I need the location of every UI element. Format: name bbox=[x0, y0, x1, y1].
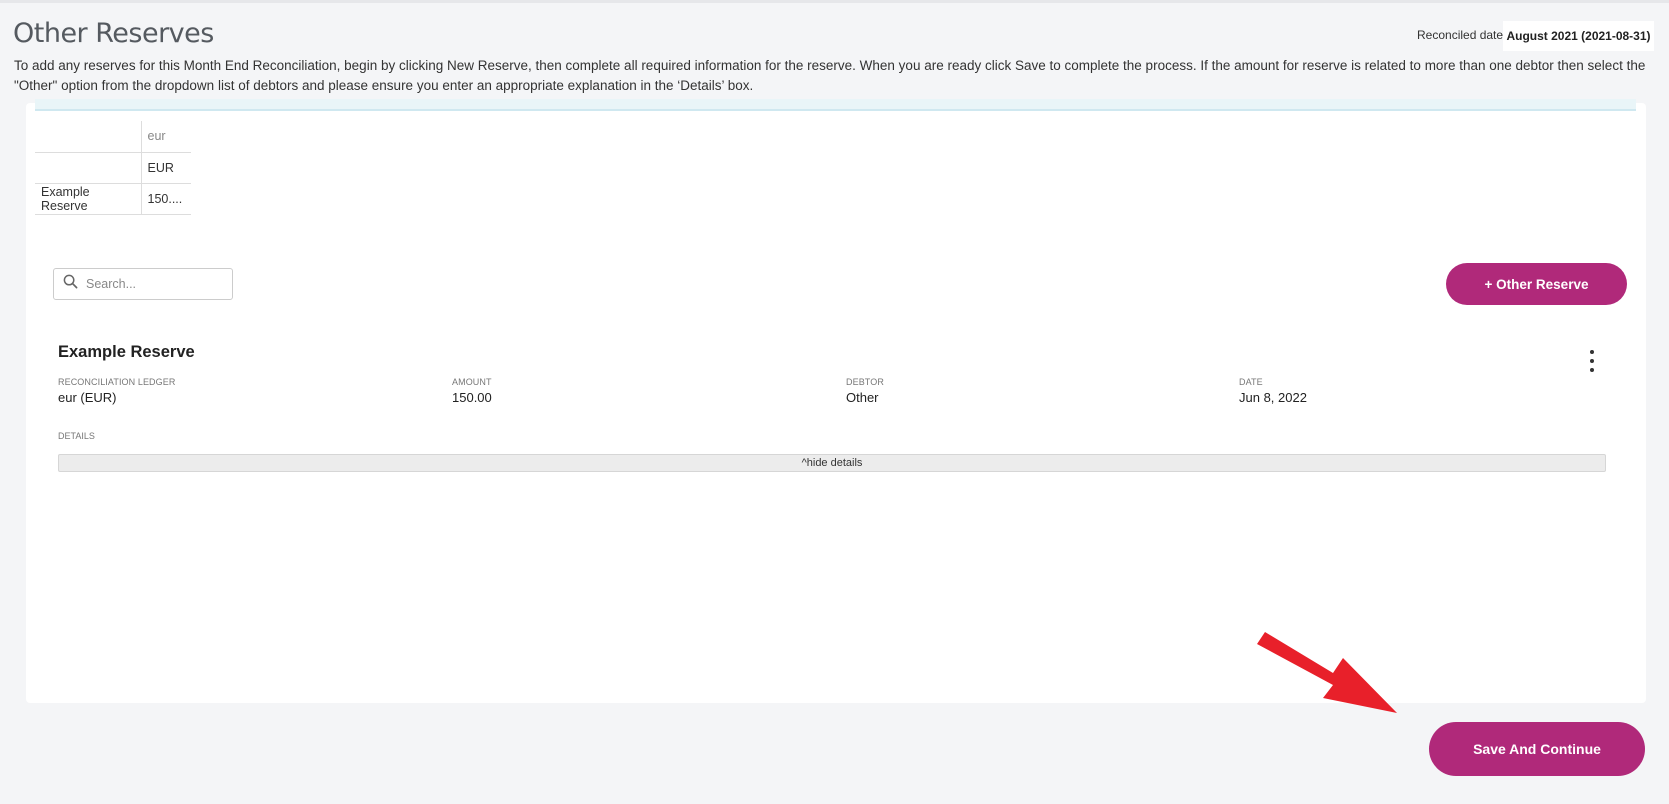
save-and-continue-button[interactable]: Save And Continue bbox=[1429, 722, 1645, 776]
table-cell bbox=[35, 121, 142, 153]
more-options-icon[interactable] bbox=[1588, 350, 1596, 372]
field-reconciliation-ledger: RECONCILIATION LEDGER eur (EUR) bbox=[58, 377, 175, 405]
reconciled-date-label: Reconciled date bbox=[1417, 28, 1504, 42]
table-row: Example Reserve 150.... bbox=[35, 183, 191, 215]
info-banner-strip bbox=[35, 99, 1636, 111]
annotation-arrow-icon bbox=[1257, 632, 1397, 713]
field-label: DEBTOR bbox=[846, 377, 884, 387]
details-label: DETAILS bbox=[58, 431, 95, 441]
reserves-card bbox=[26, 103, 1646, 703]
table-cell-reserve-name: Example Reserve bbox=[35, 183, 142, 215]
field-date: DATE Jun 8, 2022 bbox=[1239, 377, 1307, 405]
table-cell-amount: 150.... bbox=[141, 183, 191, 215]
search-input[interactable] bbox=[86, 277, 226, 291]
reserve-title: Example Reserve bbox=[58, 343, 195, 361]
table-row: eur bbox=[35, 121, 191, 153]
table-header-ledger: eur bbox=[141, 121, 191, 153]
hide-details-toggle[interactable]: ^hide details bbox=[58, 454, 1606, 472]
field-amount: AMOUNT 150.00 bbox=[452, 377, 492, 405]
search-field[interactable] bbox=[53, 268, 233, 300]
field-value: eur (EUR) bbox=[58, 390, 117, 405]
reconciled-date-value: August 2021 (2021-08-31) bbox=[1503, 21, 1654, 51]
table-cell-currency: EUR bbox=[141, 152, 191, 184]
table-row: EUR bbox=[35, 152, 191, 184]
field-value: Other bbox=[846, 390, 879, 405]
field-value: 150.00 bbox=[452, 390, 492, 405]
field-debtor: DEBTOR Other bbox=[846, 377, 884, 405]
page-title: Other Reserves bbox=[13, 18, 214, 49]
top-strip bbox=[0, 0, 1669, 3]
field-label: DATE bbox=[1239, 377, 1263, 387]
instructions-text: To add any reserves for this Month End R… bbox=[14, 58, 1646, 93]
field-label: AMOUNT bbox=[452, 377, 492, 387]
summary-table: eur EUR Example Reserve 150.... bbox=[35, 121, 191, 215]
table-cell bbox=[35, 152, 142, 184]
add-other-reserve-button[interactable]: + Other Reserve bbox=[1446, 263, 1627, 305]
field-value: Jun 8, 2022 bbox=[1239, 390, 1307, 405]
search-icon bbox=[63, 274, 78, 294]
field-label: RECONCILIATION LEDGER bbox=[58, 377, 176, 387]
